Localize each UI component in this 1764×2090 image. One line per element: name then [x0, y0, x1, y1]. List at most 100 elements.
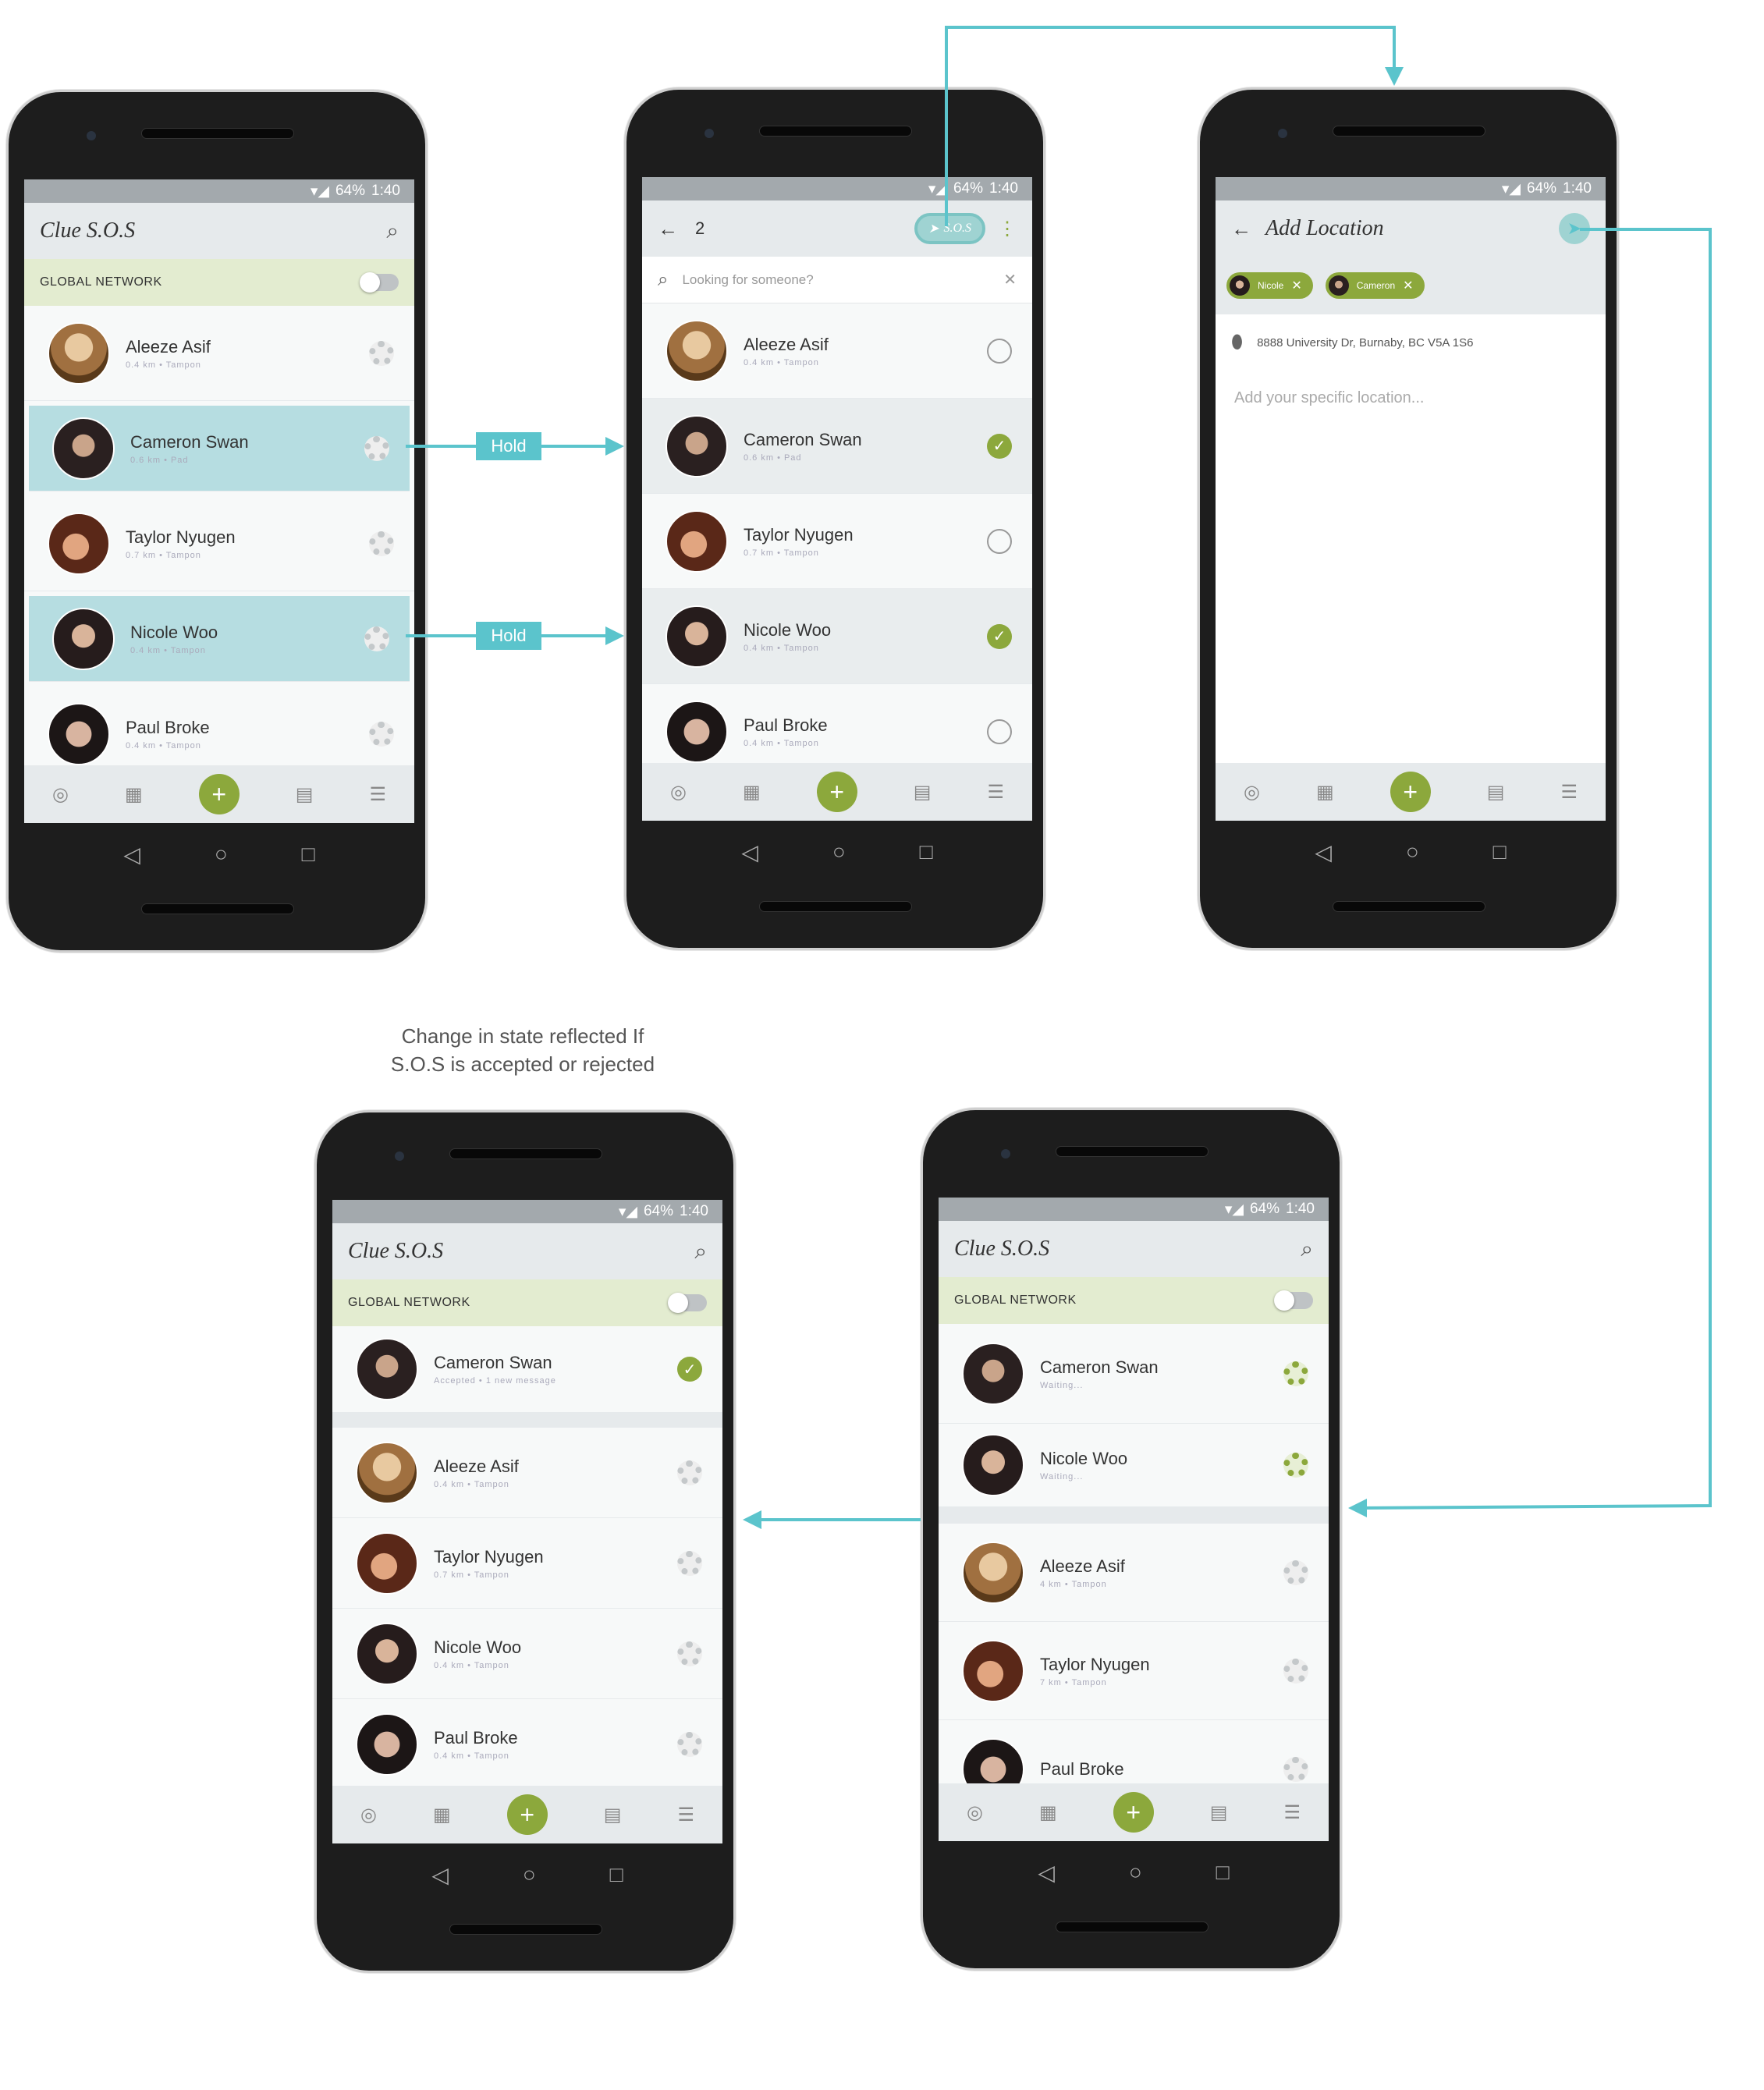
nav-home-icon[interactable]: ○ [1129, 1860, 1142, 1885]
nav-back-icon[interactable]: ◁ [123, 842, 140, 868]
nav-home-icon[interactable]: ○ [1406, 839, 1419, 864]
analysis-icon[interactable]: ▤ [914, 781, 932, 804]
search-icon[interactable]: ⌕ [694, 1239, 707, 1265]
lifebuoy-icon[interactable] [677, 1460, 702, 1485]
close-icon[interactable]: ✕ [1403, 278, 1413, 293]
sos-button[interactable]: ➤ S.O.S [914, 213, 985, 244]
network-label: GLOBAL NETWORK [40, 275, 162, 289]
add-button[interactable]: + [506, 1794, 548, 1835]
lifebuoy-icon[interactable] [1283, 1361, 1308, 1386]
lifebuoy-icon[interactable] [677, 1550, 702, 1576]
clue-icon[interactable]: ◎ [670, 781, 687, 804]
list-item[interactable]: Nicole Woo 0.4 km • Tampon [29, 596, 410, 682]
select-radio[interactable] [987, 338, 1012, 364]
search-icon[interactable]: ⌕ [1301, 1237, 1313, 1262]
network-toggle[interactable] [1274, 1290, 1313, 1311]
clue-icon[interactable]: ◎ [52, 783, 69, 806]
clue-icon[interactable]: ◎ [967, 1801, 983, 1824]
search-bar[interactable]: ⌕ Looking for someone? ✕ [642, 257, 1032, 303]
address-row[interactable]: ⬮ 8888 University Dr, Burnaby, BC V5A 1S6 [1216, 314, 1606, 371]
list-item[interactable]: Cameron Swan 0.6 km • Pad ✓ [642, 399, 1032, 494]
check-icon[interactable]: ✓ [987, 433, 1012, 459]
list-item[interactable]: Nicole Woo 0.4 km • Tampon [332, 1609, 722, 1699]
nav-recent-icon[interactable]: □ [1493, 839, 1507, 864]
list-item[interactable]: Taylor Nyugen 0.7 km • Tampon [642, 494, 1032, 589]
calendar-icon[interactable]: ▦ [1316, 781, 1334, 804]
analysis-icon[interactable]: ▤ [1210, 1801, 1228, 1824]
check-icon[interactable]: ✓ [987, 623, 1012, 649]
list-item[interactable]: Aleeze Asif 0.4 km • Tampon [642, 303, 1032, 399]
send-icon[interactable]: ➤ [1559, 213, 1590, 244]
analysis-icon[interactable]: ▤ [296, 783, 314, 806]
nav-recent-icon[interactable]: □ [610, 1862, 623, 1887]
close-icon[interactable]: ✕ [1003, 270, 1017, 289]
network-toggle[interactable] [360, 272, 399, 293]
clue-icon[interactable]: ◎ [1244, 781, 1260, 804]
settings-icon[interactable]: ☰ [1560, 781, 1578, 804]
list-item[interactable]: Cameron Swan 0.6 km • Pad [29, 406, 410, 491]
calendar-icon[interactable]: ▦ [743, 781, 761, 804]
nav-back-icon[interactable]: ◁ [741, 839, 758, 865]
lifebuoy-icon[interactable] [369, 721, 394, 747]
lifebuoy-icon[interactable] [1283, 1560, 1308, 1585]
lifebuoy-icon[interactable] [1283, 1756, 1308, 1782]
analysis-icon[interactable]: ▤ [604, 1804, 622, 1826]
list-item[interactable]: Taylor Nyugen 7 km • Tampon [939, 1622, 1329, 1720]
chip-nicole[interactable]: Nicole ✕ [1226, 272, 1313, 299]
nav-home-icon[interactable]: ○ [832, 839, 846, 864]
list-item[interactable]: Nicole Woo Waiting... [939, 1424, 1329, 1524]
nav-recent-icon[interactable]: □ [1216, 1860, 1230, 1885]
add-button[interactable]: + [816, 772, 857, 812]
nav-back-icon[interactable]: ◁ [431, 1862, 449, 1888]
list-item[interactable]: Cameron Swan Waiting... [939, 1324, 1329, 1424]
list-item[interactable]: Taylor Nyugen 0.7 km • Tampon [332, 1518, 722, 1609]
settings-icon[interactable]: ☰ [1283, 1801, 1301, 1824]
nav-home-icon[interactable]: ○ [523, 1862, 536, 1887]
list-item[interactable]: Paul Broke 0.4 km • Tampon [332, 1699, 722, 1790]
add-button[interactable]: + [1113, 1792, 1154, 1833]
network-toggle[interactable] [668, 1293, 707, 1313]
nav-home-icon[interactable]: ○ [215, 842, 228, 867]
nav-back-icon[interactable]: ◁ [1038, 1860, 1055, 1886]
list-item[interactable]: Taylor Nyugen 0.7 km • Tampon [24, 496, 414, 591]
nav-back-icon[interactable]: ◁ [1315, 839, 1332, 865]
analysis-icon[interactable]: ▤ [1487, 781, 1505, 804]
nav-recent-icon[interactable]: □ [302, 842, 315, 867]
clue-icon[interactable]: ◎ [360, 1804, 377, 1826]
settings-icon[interactable]: ☰ [677, 1804, 694, 1826]
settings-icon[interactable]: ☰ [369, 783, 386, 806]
list-item[interactable]: Aleeze Asif 4 km • Tampon [939, 1524, 1329, 1622]
lifebuoy-icon[interactable] [1283, 1658, 1308, 1684]
settings-icon[interactable]: ☰ [987, 781, 1004, 804]
status-bar: ▾◢ 64% 1:40 [939, 1198, 1329, 1221]
lifebuoy-icon[interactable] [364, 626, 389, 651]
close-icon[interactable]: ✕ [1291, 278, 1301, 293]
more-vert-icon[interactable]: ⋮ [998, 218, 1017, 240]
phone-accepted: ▾◢ 64% 1:40 Clue S.O.S ⌕ GLOBAL NETWORK Cam… [314, 1110, 736, 1973]
search-input[interactable]: Looking for someone? [682, 272, 989, 288]
list-item[interactable]: Aleeze Asif 0.4 km • Tampon [24, 306, 414, 401]
back-arrow-icon[interactable]: ← [658, 217, 678, 241]
add-button[interactable]: + [1390, 772, 1431, 812]
calendar-icon[interactable]: ▦ [1039, 1801, 1057, 1824]
lifebuoy-icon[interactable] [677, 1731, 702, 1757]
check-icon[interactable]: ✓ [677, 1357, 702, 1382]
lifebuoy-icon[interactable] [369, 530, 394, 556]
calendar-icon[interactable]: ▦ [433, 1804, 451, 1826]
nav-recent-icon[interactable]: □ [920, 839, 933, 864]
add-button[interactable]: + [198, 774, 240, 814]
lifebuoy-icon[interactable] [364, 435, 389, 461]
calendar-icon[interactable]: ▦ [125, 783, 143, 806]
back-arrow-icon[interactable]: ← [1231, 217, 1251, 241]
search-icon[interactable]: ⌕ [386, 218, 399, 244]
select-radio[interactable] [987, 719, 1012, 744]
chip-cameron[interactable]: Cameron ✕ [1325, 272, 1425, 299]
select-radio[interactable] [987, 528, 1012, 554]
list-item[interactable]: Cameron Swan Accepted • 1 new message ✓ [332, 1326, 722, 1428]
lifebuoy-icon[interactable] [1283, 1453, 1308, 1478]
specific-location-input[interactable]: Add your specific location... [1216, 371, 1606, 426]
list-item[interactable]: Aleeze Asif 0.4 km • Tampon [332, 1428, 722, 1518]
lifebuoy-icon[interactable] [677, 1641, 702, 1666]
list-item[interactable]: Nicole Woo 0.4 km • Tampon ✓ [642, 589, 1032, 684]
lifebuoy-icon[interactable] [369, 340, 394, 366]
